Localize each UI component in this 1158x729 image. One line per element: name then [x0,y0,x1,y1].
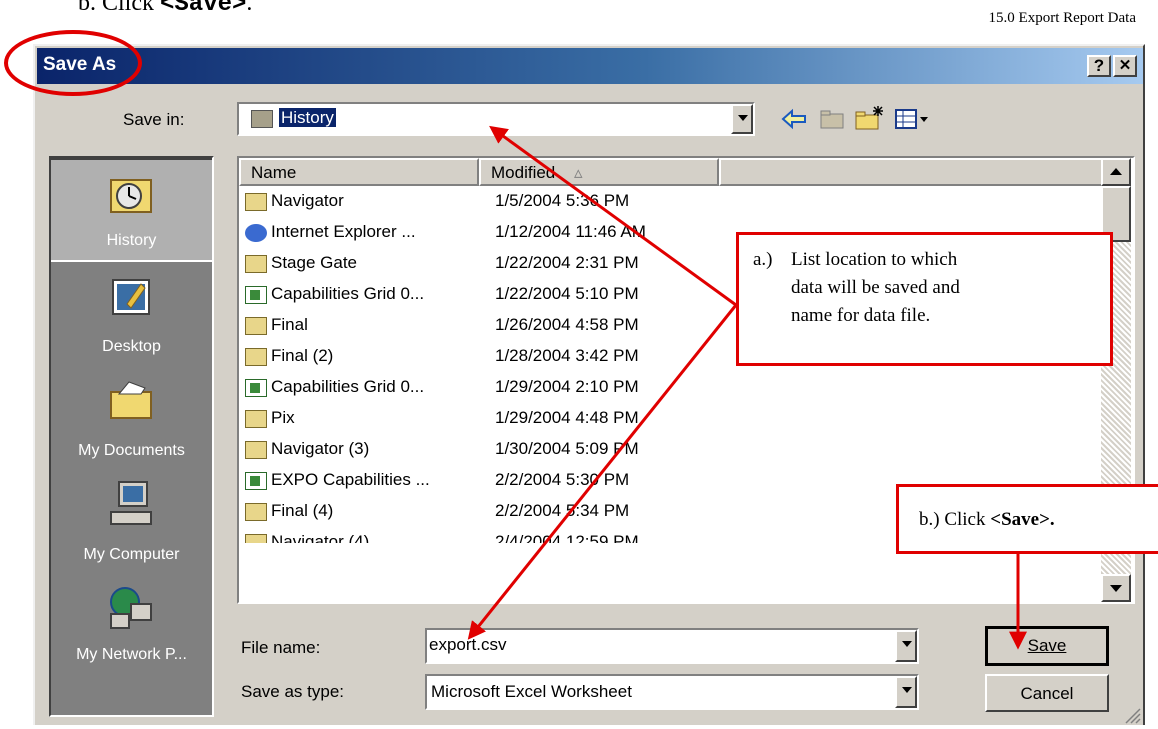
callout-b: b.) Click <Save>. [896,484,1158,554]
callout-a-line2: data will be saved and [791,277,960,298]
callout-a-line3: name for data file. [791,305,931,326]
callout-a-prefix: a.) [753,249,773,270]
callout-a-line1: List location to which [791,249,958,270]
callout-a: a.) List location to which data will be … [736,232,1113,366]
